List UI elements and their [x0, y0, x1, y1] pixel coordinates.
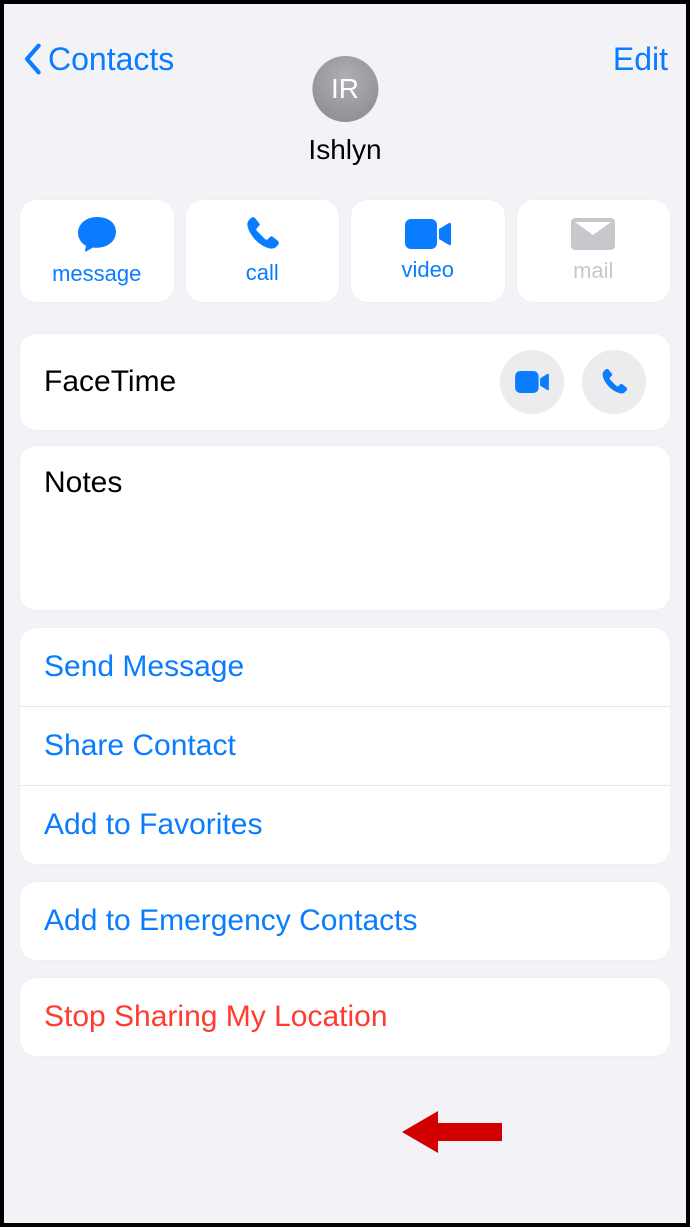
mail-icon [571, 218, 615, 250]
call-label: call [246, 260, 279, 286]
video-icon [515, 371, 549, 393]
message-label: message [52, 261, 141, 287]
facetime-audio-button[interactable] [582, 350, 646, 414]
quick-actions: message call video mail [4, 184, 686, 318]
facetime-video-button[interactable] [500, 350, 564, 414]
notes-label: Notes [20, 446, 670, 610]
phone-icon [600, 368, 628, 396]
message-button[interactable]: message [20, 200, 174, 302]
back-label: Contacts [48, 41, 174, 78]
add-emergency-row[interactable]: Add to Emergency Contacts [20, 882, 670, 960]
avatar[interactable]: IR [312, 56, 378, 122]
avatar-initials: IR [331, 73, 359, 105]
add-favorites-row[interactable]: Add to Favorites [20, 785, 670, 864]
stop-sharing-row[interactable]: Stop Sharing My Location [20, 978, 670, 1056]
share-contact-row[interactable]: Share Contact [20, 706, 670, 785]
notes-card[interactable]: Notes [20, 446, 670, 610]
options-group-2: Add to Emergency Contacts [20, 882, 670, 960]
mail-label: mail [573, 258, 613, 284]
edit-button[interactable]: Edit [613, 41, 668, 78]
options-group-1: Send Message Share Contact Add to Favori… [20, 628, 670, 864]
video-button[interactable]: video [351, 200, 505, 302]
annotation-arrow [402, 1105, 502, 1159]
header: Contacts Edit IR Ishlyn [4, 14, 686, 104]
call-button[interactable]: call [186, 200, 340, 302]
video-icon [405, 219, 451, 249]
mail-button: mail [517, 200, 671, 302]
video-label: video [401, 257, 454, 283]
send-message-row[interactable]: Send Message [20, 628, 670, 706]
facetime-label: FaceTime [44, 365, 176, 399]
facetime-card: FaceTime [20, 334, 670, 430]
contact-name: Ishlyn [308, 134, 381, 166]
message-icon [76, 215, 118, 253]
back-button[interactable]: Contacts [22, 41, 174, 78]
options-group-3: Stop Sharing My Location [20, 978, 670, 1056]
phone-icon [244, 216, 280, 252]
chevron-left-icon [22, 42, 42, 76]
